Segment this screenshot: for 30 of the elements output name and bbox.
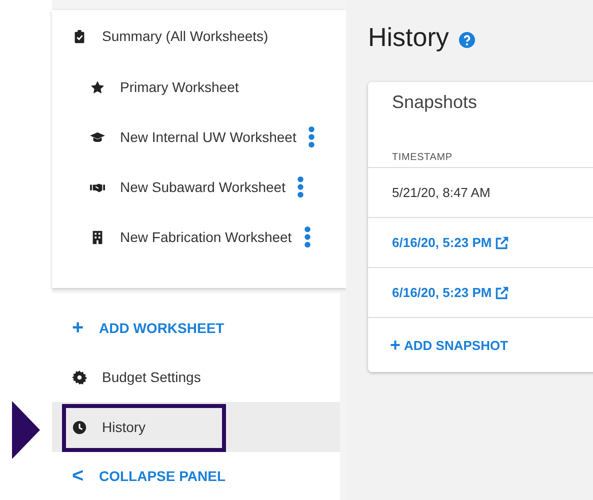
external-link-icon[interactable] [494,286,509,300]
more-menu-icon[interactable] [308,126,316,148]
clipboard-icon [72,28,87,44]
worksheet-item[interactable]: New Fabrication Worksheet [120,229,292,245]
clock-icon [72,420,87,434]
nav-item[interactable]: History [52,402,340,452]
summary-item[interactable]: Summary (All Worksheets) [102,28,268,44]
worksheet-item[interactable]: New Subaward Worksheet [120,179,286,195]
timestamp-cell: 5/21/20, 8:47 AM [392,185,490,200]
help-icon[interactable] [458,32,475,48]
card-title: Snapshots [391,91,478,114]
graduation-cap-icon [90,130,105,144]
nav-label: History [102,419,146,435]
collapse-panel-button[interactable]: < COLLAPSE PANEL [52,452,226,500]
building-icon [90,230,105,244]
add-worksheet-button[interactable]: + ADD WORKSHEET [52,304,224,352]
timestamp-link[interactable]: 6/16/20, 5:23 PM [392,285,492,300]
worksheet-item[interactable]: New Internal UW Worksheet [120,129,296,145]
add-snapshot-button[interactable]: + ADD SNAPSHOT [368,321,508,369]
column-header: TIMESTAMP [368,142,593,168]
star-icon [90,80,105,94]
gear-icon [72,370,87,384]
page-title: History [368,22,449,52]
nav-item[interactable]: Budget Settings [52,352,340,402]
more-menu-icon[interactable] [297,176,304,198]
worksheet-item[interactable]: Primary Worksheet [120,79,239,95]
nav-label: Budget Settings [102,369,201,385]
external-link-icon[interactable] [494,236,509,250]
more-menu-icon[interactable] [304,226,311,248]
timestamp-link[interactable]: 6/16/20, 5:23 PM [392,235,492,250]
